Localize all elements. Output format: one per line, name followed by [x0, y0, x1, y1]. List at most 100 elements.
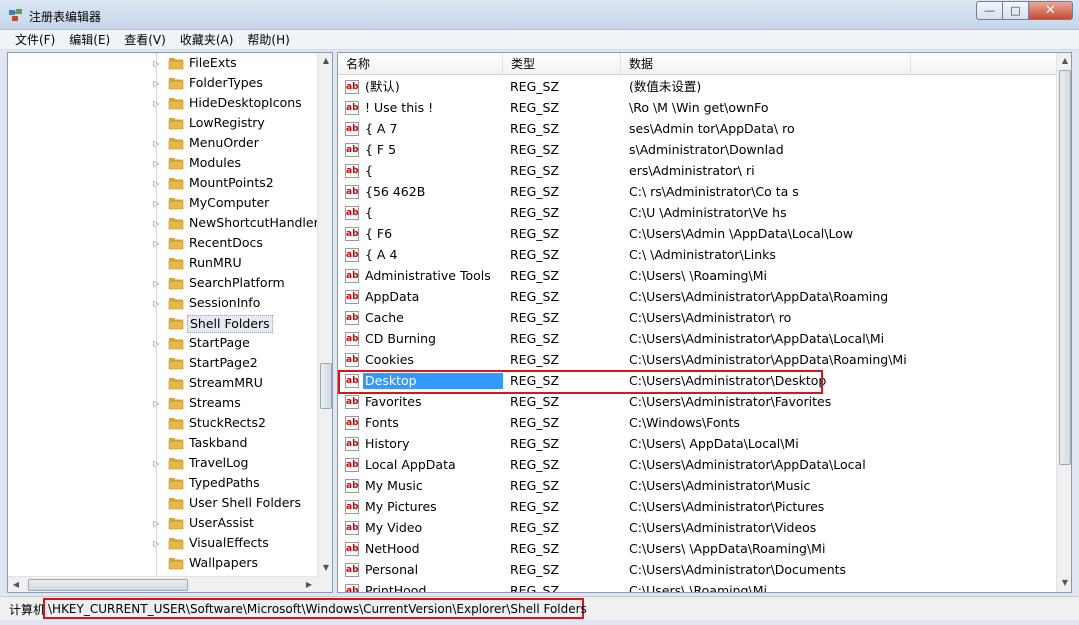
scroll-left-icon[interactable]: ◀: [8, 577, 24, 592]
table-row[interactable]: ab Local AppData REG_SZ C:\Users\Administra…: [338, 455, 1056, 476]
tree-horizontal-scrollbar[interactable]: ◀ ▶: [8, 576, 317, 592]
expand-arrow-icon[interactable]: [152, 379, 161, 388]
table-row[interactable]: ab PrintHood REG_SZ C:\Users\ \Roaming\Mi: [338, 581, 1056, 592]
table-row[interactable]: ab CD Burning REG_SZ C:\Users\Administrator…: [338, 329, 1056, 350]
table-row[interactable]: ab Administrative Tools REG_SZ C:\Users\ \R…: [338, 266, 1056, 287]
table-row[interactable]: ab { A 7 REG_SZ ses\Admin tor\AppData\ ro: [338, 119, 1056, 140]
table-row[interactable]: ab My Pictures REG_SZ C:\Users\Administrato…: [338, 497, 1056, 518]
table-row[interactable]: ab NetHood REG_SZ C:\Users\ \AppData\Roamin…: [338, 539, 1056, 560]
expand-arrow-icon[interactable]: ▷: [152, 299, 161, 308]
tree-item[interactable]: Taskband: [8, 433, 317, 453]
expand-arrow-icon[interactable]: ▷: [152, 139, 161, 148]
scroll-up-icon[interactable]: ▲: [318, 53, 332, 69]
tree-item[interactable]: ▷ RecentDocs: [8, 233, 317, 253]
table-row[interactable]: ab History REG_SZ C:\Users\ AppData\Local\M…: [338, 434, 1056, 455]
expand-arrow-icon[interactable]: [152, 359, 161, 368]
expand-arrow-icon[interactable]: ▷: [152, 239, 161, 248]
menu-file[interactable]: 文件(F): [8, 30, 62, 50]
expand-arrow-icon[interactable]: [152, 419, 161, 428]
tree-item[interactable]: ▷ MenuOrder: [8, 133, 317, 153]
menu-view[interactable]: 查看(V): [117, 30, 173, 50]
tree-item[interactable]: StuckRects2: [8, 413, 317, 433]
close-button[interactable]: ✕: [1029, 1, 1073, 20]
tree-item[interactable]: ▷ NewShortcutHandlers: [8, 213, 317, 233]
expand-arrow-icon[interactable]: [152, 319, 161, 328]
table-row[interactable]: ab (默认) REG_SZ (数值未设置): [338, 77, 1056, 98]
expand-arrow-icon[interactable]: ▷: [152, 279, 161, 288]
table-row[interactable]: ab { A 4 REG_SZ C:\ \Administrator\Links: [338, 245, 1056, 266]
expand-arrow-icon[interactable]: [152, 119, 161, 128]
maximize-button[interactable]: □: [1003, 1, 1029, 20]
table-row[interactable]: ab {REG_SZ C:\U \Administrator\Ve hs: [338, 203, 1056, 224]
expand-arrow-icon[interactable]: [152, 259, 161, 268]
values-list-pane[interactable]: 名称 类型 数据 ab (默认) REG_SZ (数值未设置) ab ! Use this…: [337, 52, 1072, 593]
table-row[interactable]: ab { F6 REG_SZ C:\Users\Admin \AppData\Loca…: [338, 224, 1056, 245]
tree-item[interactable]: Wallpapers: [8, 553, 317, 573]
tree-item[interactable]: User Shell Folders: [8, 493, 317, 513]
tree-item[interactable]: ▷ MyComputer: [8, 193, 317, 213]
tree-item[interactable]: RunMRU: [8, 253, 317, 273]
tree-item[interactable]: ▷ VisualEffects: [8, 533, 317, 553]
table-row[interactable]: ab Favorites REG_SZ C:\Users\Administrator\…: [338, 392, 1056, 413]
table-row[interactable]: ab {56 462B REG_SZ C:\ rs\Administrator\Co …: [338, 182, 1056, 203]
expand-arrow-icon[interactable]: ▷: [152, 59, 161, 68]
tree-item[interactable]: ▷ SessionInfo: [8, 293, 317, 313]
list-scroll-thumb[interactable]: [1059, 70, 1071, 465]
tree-item[interactable]: ▷ SearchPlatform: [8, 273, 317, 293]
scroll-right-icon[interactable]: ▶: [301, 577, 317, 592]
expand-arrow-icon[interactable]: ▷: [152, 339, 161, 348]
tree-item[interactable]: ▷ Modules: [8, 153, 317, 173]
table-row[interactable]: ab ! Use this ! REG_SZ \Ro \M \Win get\ownF…: [338, 98, 1056, 119]
expand-arrow-icon[interactable]: ▷: [152, 79, 161, 88]
column-type[interactable]: 类型: [503, 53, 621, 75]
expand-arrow-icon[interactable]: ▷: [152, 159, 161, 168]
tree-hscroll-thumb[interactable]: [28, 579, 188, 591]
column-data[interactable]: 数据: [621, 53, 911, 75]
table-row[interactable]: ab My Video REG_SZ C:\Users\Administrator\V…: [338, 518, 1056, 539]
tree-item[interactable]: Shell Folders: [8, 313, 317, 333]
tree-item[interactable]: ▷ TravelLog: [8, 453, 317, 473]
tree-item[interactable]: ▷ StartPage: [8, 333, 317, 353]
table-row[interactable]: ab AppData REG_SZ C:\Users\Administrator\Ap…: [338, 287, 1056, 308]
expand-arrow-icon[interactable]: ▷: [152, 519, 161, 528]
expand-arrow-icon[interactable]: ▷: [152, 179, 161, 188]
table-row[interactable]: ab Cookies REG_SZ C:\Users\Administrator\Ap…: [338, 350, 1056, 371]
menu-edit[interactable]: 编辑(E): [62, 30, 117, 50]
expand-arrow-icon[interactable]: ▷: [152, 219, 161, 228]
key-tree-pane[interactable]: ▷ FileExts ▷ FolderTypes ▷ HideDesktopIcons Lo…: [7, 52, 333, 593]
tree-item[interactable]: ▷ UserAssist: [8, 513, 317, 533]
tree-item[interactable]: LowRegistry: [8, 113, 317, 133]
expand-arrow-icon[interactable]: [152, 559, 161, 568]
table-row[interactable]: ab { F 5 REG_SZ s\Administrator\Downlad: [338, 140, 1056, 161]
column-name[interactable]: 名称: [338, 53, 503, 75]
minimize-button[interactable]: —: [976, 1, 1003, 20]
expand-arrow-icon[interactable]: [152, 439, 161, 448]
scroll-down-icon[interactable]: ▼: [1057, 575, 1071, 591]
table-row[interactable]: ab Cache REG_SZ C:\Users\Administrator\ ro: [338, 308, 1056, 329]
expand-arrow-icon[interactable]: ▷: [152, 199, 161, 208]
scroll-up-icon[interactable]: ▲: [1057, 53, 1071, 69]
table-row[interactable]: ab {REG_SZ ers\Administrator\ ri: [338, 161, 1056, 182]
list-vertical-scrollbar[interactable]: ▲ ▼: [1056, 53, 1071, 592]
tree-item[interactable]: ▷ FileExts: [8, 53, 317, 73]
menu-favorites[interactable]: 收藏夹(A): [173, 30, 241, 50]
scroll-down-icon[interactable]: ▼: [318, 560, 332, 576]
menu-help[interactable]: 帮助(H): [240, 30, 296, 50]
expand-arrow-icon[interactable]: [152, 479, 161, 488]
tree-item[interactable]: ▷ HideDesktopIcons: [8, 93, 317, 113]
expand-arrow-icon[interactable]: ▷: [152, 539, 161, 548]
tree-item[interactable]: TypedPaths: [8, 473, 317, 493]
expand-arrow-icon[interactable]: ▷: [152, 399, 161, 408]
table-row[interactable]: ab Personal REG_SZ C:\Users\Administrator\D…: [338, 560, 1056, 581]
tree-item[interactable]: ▷ Streams: [8, 393, 317, 413]
expand-arrow-icon[interactable]: ▷: [152, 99, 161, 108]
tree-item[interactable]: ▷ FolderTypes: [8, 73, 317, 93]
tree-item[interactable]: StreamMRU: [8, 373, 317, 393]
tree-vertical-scrollbar[interactable]: ▲ ▼: [317, 53, 332, 576]
table-row[interactable]: ab My Music REG_SZ C:\Users\Administrator\M…: [338, 476, 1056, 497]
tree-item[interactable]: StartPage2: [8, 353, 317, 373]
tree-scroll-thumb[interactable]: [320, 363, 332, 409]
table-row[interactable]: ab Fonts REG_SZ C:\Windows\Fonts: [338, 413, 1056, 434]
expand-arrow-icon[interactable]: [152, 499, 161, 508]
expand-arrow-icon[interactable]: ▷: [152, 459, 161, 468]
